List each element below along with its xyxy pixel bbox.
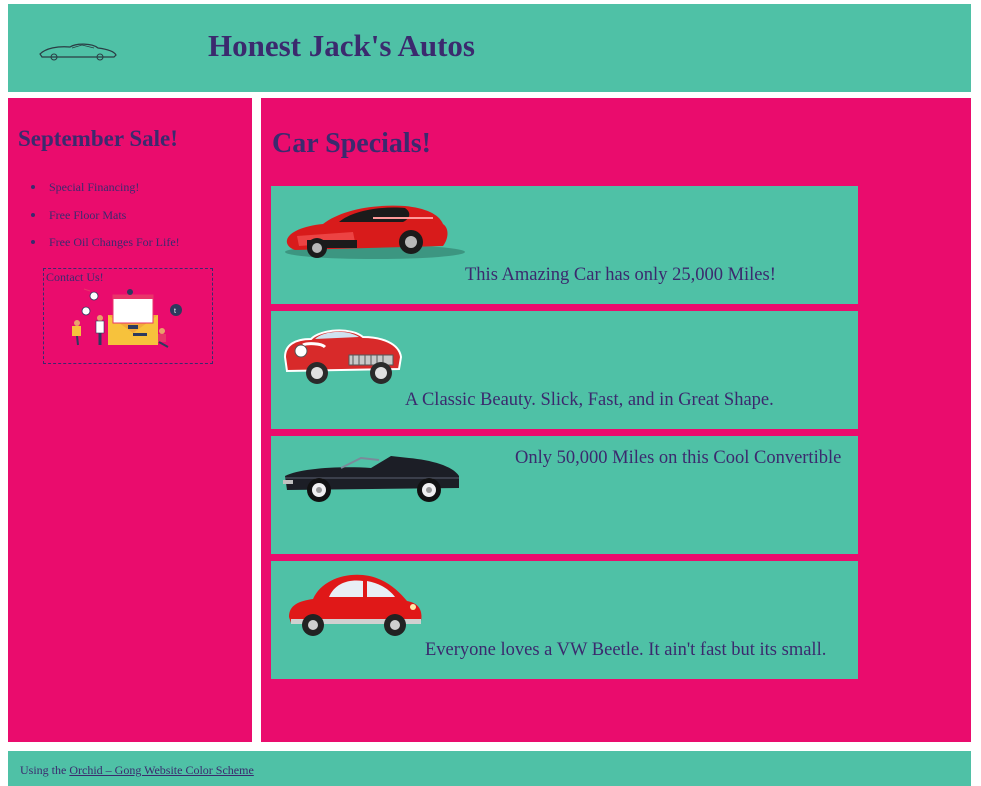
footer-prefix: Using the xyxy=(20,763,70,777)
svg-text:t: t xyxy=(174,308,176,315)
sale-item: Special Financing! xyxy=(31,180,180,208)
color-scheme-link[interactable]: Orchid – Gong Website Color Scheme xyxy=(69,763,253,777)
sale-list: Special Financing! Free Floor Mats Free … xyxy=(31,180,180,263)
site-footer: Using the Orchid – Gong Website Color Sc… xyxy=(8,751,971,786)
car-card: A Classic Beauty. Slick, Fast, and in Gr… xyxy=(271,311,858,429)
car-caption: Everyone loves a VW Beetle. It ain't fas… xyxy=(425,640,827,660)
car-logo-icon xyxy=(39,43,117,61)
red-sports-car-icon xyxy=(285,205,465,259)
contact-box[interactable]: Contact Us! t xyxy=(43,268,213,364)
car-caption: This Amazing Car has only 25,000 Miles! xyxy=(465,265,776,285)
specials-heading: Car Specials! xyxy=(272,128,431,159)
car-caption: Only 50,000 Miles on this Cool Convertib… xyxy=(515,448,842,468)
contact-illustration-icon: t xyxy=(72,288,182,348)
footer-text: Using the Orchid – Gong Website Color Sc… xyxy=(20,763,254,778)
sale-item: Free Floor Mats xyxy=(31,208,180,236)
car-caption: A Classic Beauty. Slick, Fast, and in Gr… xyxy=(405,390,774,410)
sale-heading: September Sale! xyxy=(18,126,178,151)
sale-item: Free Oil Changes For Life! xyxy=(31,235,180,263)
classic-red-car-icon xyxy=(283,329,403,384)
car-card: Everyone loves a VW Beetle. It ain't fas… xyxy=(271,561,858,679)
main-content: Car Specials! This Amazing Car has only … xyxy=(261,98,971,742)
site-title: Honest Jack's Autos xyxy=(208,28,475,63)
site-header: Honest Jack's Autos xyxy=(8,4,971,92)
car-card: This Amazing Car has only 25,000 Miles! xyxy=(271,186,858,304)
contact-label: Contact Us! xyxy=(46,270,104,284)
car-card: Only 50,000 Miles on this Cool Convertib… xyxy=(271,436,858,554)
sidebar: September Sale! Special Financing! Free … xyxy=(8,98,252,742)
red-beetle-icon xyxy=(289,574,422,636)
black-convertible-icon xyxy=(283,456,459,502)
